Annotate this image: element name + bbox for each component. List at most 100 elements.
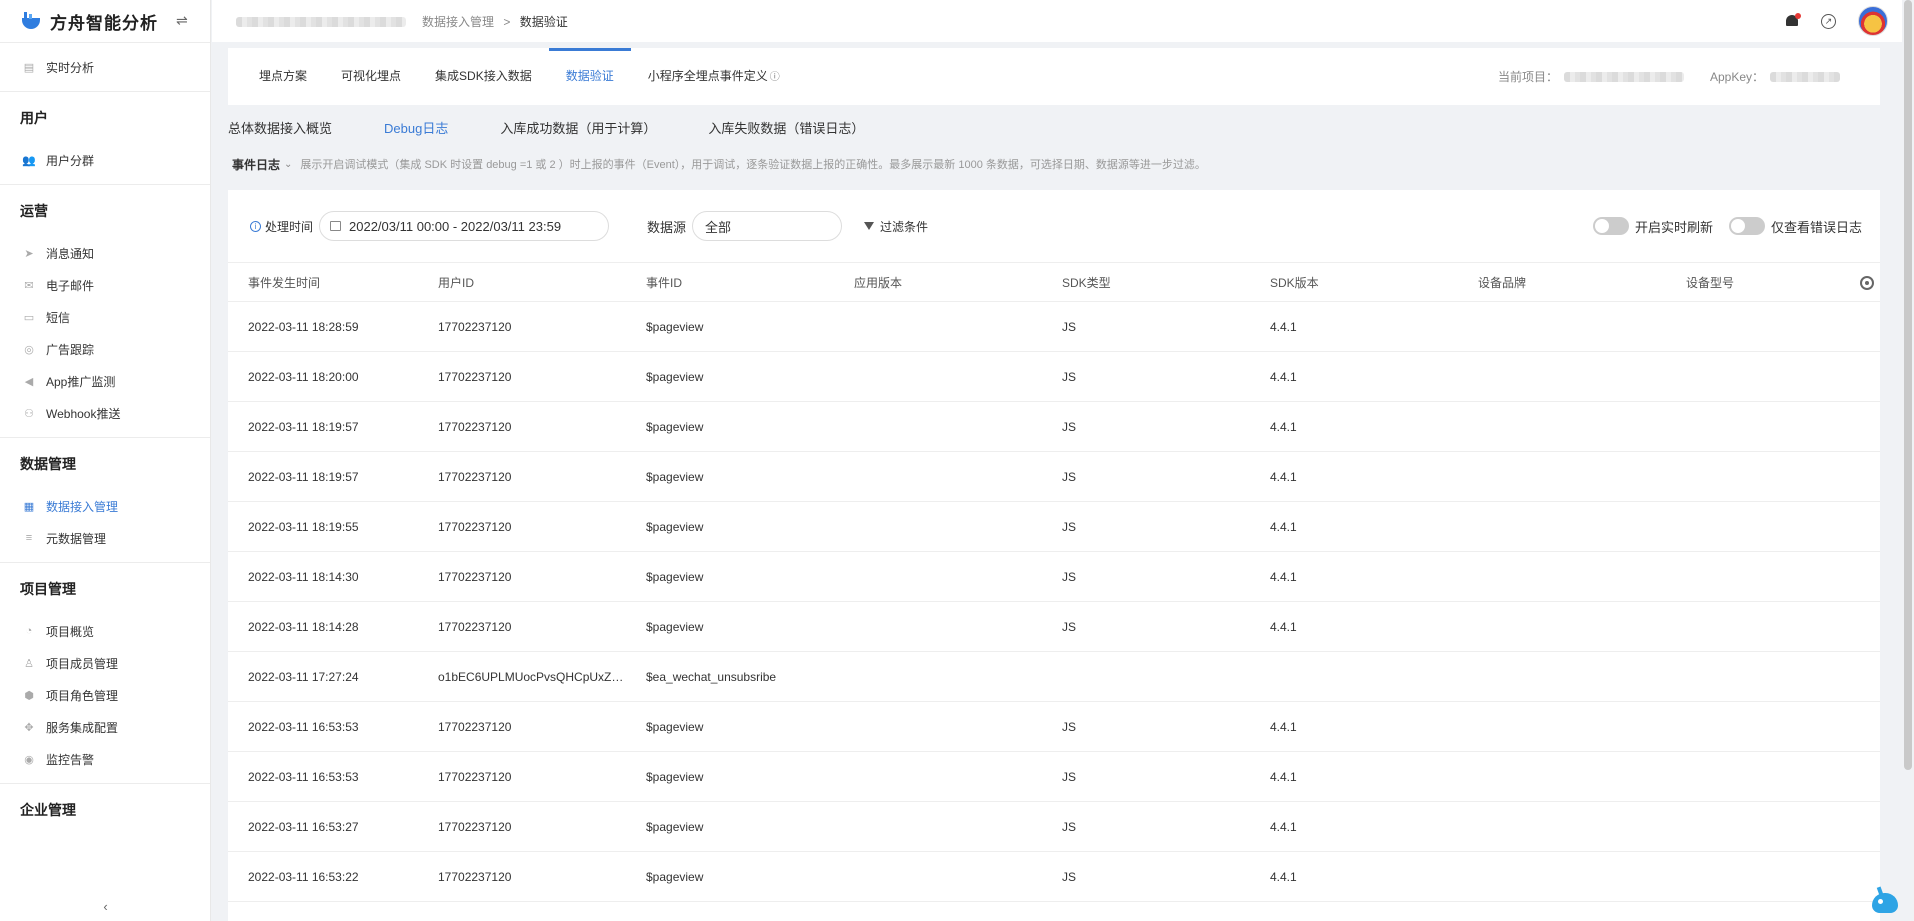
subtab-1[interactable]: Debug日志 xyxy=(384,118,448,137)
table-row[interactable]: 2022-03-11 18:14:30 17702237120 $pageview J… xyxy=(228,552,1880,602)
table-row[interactable]: 2022-03-11 16:53:22 17702237120 $pageview J… xyxy=(228,852,1880,902)
tab-2[interactable]: 集成SDK接入数据 xyxy=(418,48,549,105)
column-header[interactable]: 设备品牌 xyxy=(1458,274,1666,291)
realtime-refresh-toggle[interactable]: 开启实时刷新 xyxy=(1592,217,1713,236)
tab-label: 埋点方案 xyxy=(259,69,308,83)
table-cell: 2022-03-11 18:19:57 xyxy=(248,469,359,484)
sidebar-item-1-0[interactable]: ➤ 消息通知 xyxy=(0,237,210,269)
table-cell: JS xyxy=(1062,419,1077,434)
sidebar-section-title: 项目管理 xyxy=(20,581,76,597)
sidebar-item-3-3[interactable]: ✥ 服务集成配置 xyxy=(0,711,210,743)
table-row[interactable]: 2022-03-11 18:14:28 17702237120 $pageview J… xyxy=(228,602,1880,652)
filter-conditions-button[interactable]: 过滤条件 xyxy=(864,218,928,235)
column-header[interactable]: 事件发生时间 xyxy=(228,274,418,291)
subtab-0[interactable]: 总体数据接入概览 xyxy=(228,118,332,137)
sidebar-item-1-4[interactable]: ◀ App推广监测 xyxy=(0,365,210,397)
debug-log-panel: i 处理时间 2022/03/11 00:00 - 2022/03/11 23:… xyxy=(228,190,1880,921)
redacted-project-name xyxy=(236,16,406,27)
breadcrumb-item-1: 数据验证 xyxy=(519,14,568,29)
realtime-refresh-label: 开启实时刷新 xyxy=(1634,219,1713,235)
table-cell: 17702237120 xyxy=(438,419,512,434)
table-body: 2022-03-11 18:28:59 17702237120 $pageview J… xyxy=(228,302,1880,902)
table-cell: 4.4.1 xyxy=(1270,569,1297,584)
assistant-mascot-icon[interactable] xyxy=(1870,885,1902,915)
event-log-description: 展示开启调试模式（集成 SDK 时设置 debug =1 或 2 ）时上报的事件… xyxy=(300,159,1206,171)
event-log-title[interactable]: 事件日志 xyxy=(232,156,280,173)
subtab-3[interactable]: 入库失败数据（错误日志） xyxy=(708,118,864,137)
table-row[interactable]: 2022-03-11 16:53:53 17702237120 $pageview J… xyxy=(228,702,1880,752)
bell-icon[interactable] xyxy=(1785,13,1801,29)
sidebar-item-0-0[interactable]: 👥 用户分群 xyxy=(0,144,210,176)
table-cell: 2022-03-11 16:53:53 xyxy=(248,719,359,734)
sidebar-item-3-1[interactable]: ♙ 项目成员管理 xyxy=(0,647,210,679)
table-cell: JS xyxy=(1062,719,1077,734)
sidebar-item-2-1[interactable]: ≡ 元数据管理 xyxy=(0,522,210,554)
info-icon: i xyxy=(250,220,261,232)
sidebar-item-3-2[interactable]: ⬢ 项目角色管理 xyxy=(0,679,210,711)
table-row[interactable]: 2022-03-11 18:19:57 17702237120 $pageview J… xyxy=(228,402,1880,452)
tab-0[interactable]: 埋点方案 xyxy=(242,48,324,105)
table-cell: 4.4.1 xyxy=(1270,769,1297,784)
column-header[interactable]: 应用版本 xyxy=(834,274,1042,291)
column-header[interactable]: 设备型号 xyxy=(1666,274,1856,291)
avatar[interactable] xyxy=(1858,6,1888,36)
sidebar-item-3-0[interactable]: ◔ 项目概览 xyxy=(0,615,210,647)
project-switcher[interactable] xyxy=(236,14,406,28)
puzzle-icon: ✥ xyxy=(24,721,34,734)
table-row[interactable]: 2022-03-11 18:28:59 17702237120 $pageview J… xyxy=(228,302,1880,352)
table-row[interactable]: 2022-03-11 17:27:24 o1bEC6UPLMUocPvsQHCpU… xyxy=(228,652,1880,702)
column-header[interactable]: SDK类型 xyxy=(1042,274,1250,291)
sidebar-collapse-button[interactable]: ‹ xyxy=(0,893,211,921)
sidebar-item-label: 消息通知 xyxy=(46,246,95,261)
subtab-2[interactable]: 入库成功数据（用于计算） xyxy=(500,118,656,137)
table-row[interactable]: 2022-03-11 18:19:57 17702237120 $pageview J… xyxy=(228,452,1880,502)
column-header[interactable]: 事件ID xyxy=(626,274,834,291)
calendar-icon xyxy=(330,221,342,231)
table-cell: 17702237120 xyxy=(438,619,512,634)
toggle-group: 开启实时刷新 仅查看错误日志 xyxy=(1592,190,1862,262)
sidebar-item-1-1[interactable]: ✉ 电子邮件 xyxy=(0,269,210,301)
sidebar-item-1-2[interactable]: ▭ 短信 xyxy=(0,301,210,333)
table-cell: $pageview xyxy=(646,369,704,384)
column-header[interactable]: 用户ID xyxy=(418,274,626,291)
realtime-icon: ▤ xyxy=(23,61,35,74)
sidebar-item-2-0[interactable]: ▦ 数据接入管理 xyxy=(0,490,210,522)
breadcrumb-item-0[interactable]: 数据接入管理 xyxy=(422,15,494,29)
table-cell: $pageview xyxy=(646,569,704,584)
date-range-picker[interactable]: 2022/03/11 00:00 - 2022/03/11 23:59 xyxy=(319,211,610,241)
table-cell: 2022-03-11 16:53:53 xyxy=(248,769,359,784)
info-icon[interactable]: ⓘ xyxy=(770,72,780,83)
tab-3[interactable]: 数据验证 xyxy=(548,48,631,105)
table-cell: 2022-03-11 18:14:30 xyxy=(248,569,359,584)
errors-only-label: 仅查看错误日志 xyxy=(1770,219,1862,235)
overview-icon: ◔ xyxy=(25,625,33,637)
main-tabs: 埋点方案 可视化埋点 集成SDK接入数据 数据验证 小程序全埋点事件定义 ⓘ 当前项目： … xyxy=(228,48,1880,105)
page-scrollbar[interactable] xyxy=(1904,0,1912,770)
swap-icon[interactable]: ⇌ xyxy=(176,12,188,29)
sidebar-item-label: 数据接入管理 xyxy=(46,499,119,514)
table-row[interactable]: 2022-03-11 16:53:27 17702237120 $pageview J… xyxy=(228,802,1880,852)
sidebar-item-3-4[interactable]: ◉ 监控告警 xyxy=(0,743,210,775)
table-cell: 4.4.1 xyxy=(1270,319,1297,334)
table-row[interactable]: 2022-03-11 18:19:55 17702237120 $pageview J… xyxy=(228,502,1880,552)
sidebar-item-1-3[interactable]: ◎ 广告跟踪 xyxy=(0,333,210,365)
database-icon: ▦ xyxy=(23,500,35,513)
table-row[interactable]: 2022-03-11 16:53:53 17702237120 $pageview J… xyxy=(228,752,1880,802)
time-label: i 处理时间 xyxy=(250,218,313,235)
gear-icon[interactable] xyxy=(1860,276,1874,290)
tab-1[interactable]: 可视化埋点 xyxy=(324,48,418,105)
source-select[interactable]: 全部 xyxy=(692,211,843,241)
tab-4[interactable]: 小程序全埋点事件定义 ⓘ xyxy=(631,48,797,105)
table-row[interactable]: 2022-03-11 18:20:00 17702237120 $pageview J… xyxy=(228,352,1880,402)
chevron-down-icon[interactable]: ⌄ xyxy=(284,159,292,170)
column-header[interactable]: SDK版本 xyxy=(1250,274,1458,291)
sidebar-item-realtime[interactable]: ▤ 实时分析 xyxy=(0,51,210,83)
errors-only-toggle[interactable]: 仅查看错误日志 xyxy=(1728,217,1862,236)
sidebar-item-1-5[interactable]: ⚇ Webhook推送 xyxy=(0,397,210,429)
table-cell: 4.4.1 xyxy=(1270,419,1297,434)
switch-icon[interactable] xyxy=(1728,217,1765,235)
table-cell: $pageview xyxy=(646,419,704,434)
switch-icon[interactable] xyxy=(1592,217,1629,235)
link-icon[interactable]: ↗ xyxy=(1821,13,1836,29)
date-range-value: 2022/03/11 00:00 - 2022/03/11 23:59 xyxy=(349,218,562,234)
